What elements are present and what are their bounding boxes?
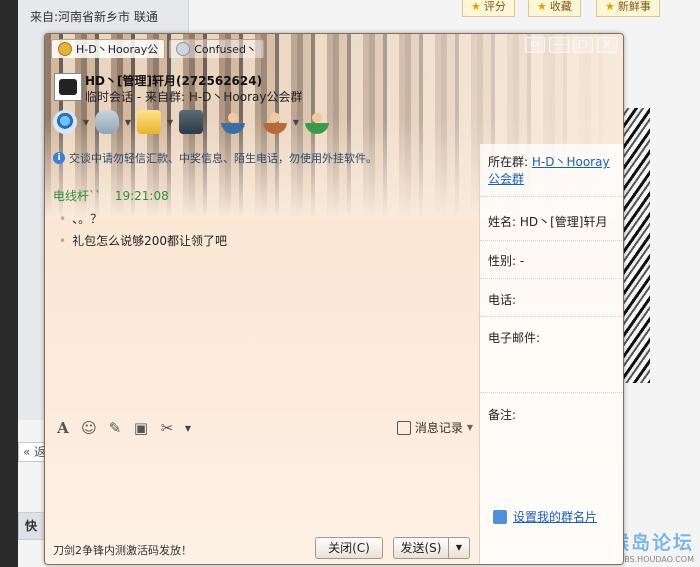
chevron-down-icon[interactable]: ▼	[291, 118, 301, 127]
forum-post-image	[620, 108, 650, 383]
session-subtitle: 临时会话 - 来自群: H-D丶Hooray公会群	[85, 90, 303, 104]
message-history-button[interactable]: 消息记录 ▼	[396, 419, 473, 436]
avatar[interactable]	[54, 73, 82, 101]
contact-icon	[176, 42, 191, 56]
format-toolbar: A ☺ ✎ ▣ ✂ ▼ 消息记录 ▼	[53, 417, 473, 439]
chevron-down-icon[interactable]: ▼	[123, 118, 133, 127]
scissors-icon[interactable]: ✂	[157, 418, 177, 438]
chevron-down-icon[interactable]: ▼	[183, 424, 193, 433]
message-line: • 礼包怎么说够200都让领了吧	[59, 234, 227, 248]
edit-icon[interactable]: ✎	[105, 418, 125, 438]
contact-info-panel: 所在群: H-D丶Hooray公会群 姓名: HD丶[管理]轩月 性别: - 电…	[479, 144, 623, 564]
divider	[480, 392, 623, 393]
emoji-icon[interactable]: ☺	[79, 418, 99, 438]
email-row: 电子邮件:	[488, 331, 541, 345]
add-friend-icon[interactable]	[305, 110, 329, 134]
divider	[480, 316, 623, 317]
group-row: 所在群: H-D丶Hooray公会群	[488, 155, 610, 186]
phone-row: 电话:	[488, 293, 517, 307]
divider	[480, 240, 623, 241]
chevron-down-icon[interactable]: ▼	[81, 118, 91, 127]
close-button[interactable]: 关闭(C)	[315, 537, 383, 559]
message-input[interactable]	[45, 440, 479, 535]
close-window-button[interactable]: ✕	[597, 37, 617, 53]
star-icon: ★	[537, 0, 547, 13]
message-header: 电线杆`` 19:21:08	[53, 187, 169, 204]
rate-button[interactable]: ★ 评分	[462, 0, 515, 17]
promo-text[interactable]: 刀剑2争锋内测激活码发放！	[53, 542, 192, 558]
gender-row: 性别: -	[488, 254, 525, 268]
message-sender[interactable]: 电线杆``	[53, 189, 101, 203]
skin-button[interactable]: ▭	[525, 37, 545, 53]
chat-window: H-D丶Hooray公 Confused丶 ▭ — □ ✕ HD丶[管理]轩月(…	[44, 33, 624, 565]
tab-confused[interactable]: Confused丶	[169, 39, 264, 58]
video-call-icon[interactable]	[53, 110, 77, 134]
contact-name: HD丶[管理]轩月(272562624)	[85, 74, 263, 88]
tab-hd-hooray[interactable]: H-D丶Hooray公	[51, 39, 166, 58]
divider	[480, 278, 623, 279]
voice-call-icon[interactable]	[95, 110, 119, 134]
chat-tabs: H-D丶Hooray公 Confused丶	[51, 39, 264, 59]
message-line: •、。？	[59, 212, 103, 226]
block-user-icon[interactable]	[263, 110, 287, 134]
security-notice: i 交谈中请勿轻信汇款、中奖信息、陌生电话，勿使用外挂软件。	[53, 150, 377, 166]
note-row: 备注:	[488, 408, 517, 422]
left-dark-strip	[0, 0, 18, 567]
chevron-down-icon[interactable]: ▼	[165, 118, 175, 127]
divider	[480, 196, 623, 197]
message-time: 19:21:08	[114, 189, 169, 203]
bullet-icon: •	[59, 234, 67, 248]
star-icon: ★	[605, 0, 615, 13]
window-controls: ▭ — □ ✕	[525, 37, 617, 53]
chevron-down-icon: ▼	[466, 423, 473, 432]
font-icon[interactable]: A	[53, 418, 73, 438]
set-group-card-link[interactable]: 设置我的群名片	[493, 508, 597, 525]
minimize-button[interactable]: —	[549, 37, 569, 53]
maximize-button[interactable]: □	[573, 37, 593, 53]
name-row: 姓名: HD丶[管理]轩月	[488, 215, 608, 229]
history-icon	[396, 420, 411, 435]
star-icon: ★	[471, 0, 481, 13]
chat-toolbar: ▼ ▼ ▼ ▼	[53, 110, 329, 134]
bullet-icon: •	[59, 212, 67, 226]
info-icon: i	[53, 152, 65, 164]
image-icon[interactable]: ▣	[131, 418, 151, 438]
send-options-button[interactable]: ▼	[448, 537, 470, 559]
contact-icon	[58, 42, 72, 56]
card-icon	[493, 509, 507, 524]
fresh-news-button[interactable]: ★ 新鲜事	[596, 0, 660, 17]
send-file-icon[interactable]	[137, 110, 161, 134]
favorite-button[interactable]: ★ 收藏	[528, 0, 581, 17]
send-button[interactable]: 发送(S)	[393, 537, 449, 559]
remote-desktop-icon[interactable]	[179, 110, 203, 134]
view-profile-icon[interactable]	[221, 110, 245, 134]
forum-from-location: 来自:河南省新乡市 联通	[30, 10, 158, 24]
